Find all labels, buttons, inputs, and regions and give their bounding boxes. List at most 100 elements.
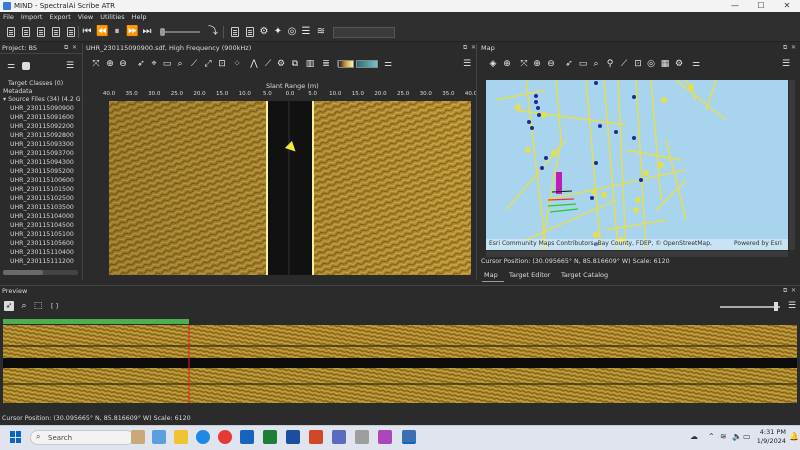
gear-icon[interactable]: ⚙ [258,26,270,38]
marker-icon[interactable]: ⁘ [231,58,243,70]
panel-float-icon[interactable]: ⧉ [783,287,787,295]
rectangle-tool-icon[interactable]: ▭ [161,58,173,70]
file-explorer-icon[interactable] [174,430,188,444]
menu-view[interactable]: View [78,13,93,21]
edge-icon[interactable] [196,430,210,444]
tree-file-item[interactable]: UHR_230115092200 [10,123,74,131]
taskbar-time[interactable]: 4:31 PM [758,428,786,436]
open-file-icon[interactable] [22,27,30,37]
tree-file-item[interactable]: UHR_230115094300 [10,159,74,167]
layer-icon[interactable] [231,27,239,37]
preview-search-icon[interactable]: ⌕ [18,300,30,312]
menu-export[interactable]: Export [49,13,70,21]
map-zoom-in-icon[interactable]: ⊕ [501,58,513,70]
tree-metadata[interactable]: Metadata [3,88,32,96]
map-fit-icon[interactable]: ⤧ [518,58,530,70]
grid-icon[interactable] [246,27,254,37]
windows-start-icon[interactable] [10,431,22,443]
waypoint-icon[interactable]: ⋀ [248,58,260,70]
tree-file-item[interactable]: UHR_230115103500 [10,204,74,212]
fit-icon[interactable]: ⤧ [90,58,102,70]
panel-splitter[interactable] [0,285,800,286]
project-menu-icon[interactable]: ☰ [64,60,76,72]
cloud-icon[interactable]: ☁ [690,432,698,441]
mind-app-taskbar-icon[interactable] [402,430,416,444]
measure-icon[interactable]: ⟋ [188,58,200,70]
pause-icon[interactable]: ⏸ [111,26,123,38]
minimize-button[interactable]: — [722,0,748,12]
project-hscrollbar-thumb[interactable] [3,270,43,275]
line-tool-icon[interactable]: ⟋ [262,58,274,70]
expand-icon[interactable]: ⤢ [202,58,214,70]
playback-slider-track[interactable] [160,31,200,33]
chrome-icon[interactable] [218,430,232,444]
skip-end-icon[interactable]: ⏭ [141,26,153,38]
tree-file-item[interactable]: UHR_230115092800 [10,132,74,140]
powerpoint-icon[interactable] [309,430,323,444]
tree-file-item[interactable]: UHR_230115093700 [10,150,74,158]
settings-icon[interactable]: ⚙ [275,58,287,70]
map-hscrollbar[interactable] [486,251,788,257]
app-icon-1[interactable] [332,430,346,444]
preview-menu-icon[interactable]: ☰ [786,300,798,312]
tree-file-item[interactable]: UHR_230115093300 [10,141,74,149]
tab-target-catalog[interactable]: Target Catalog [561,271,608,279]
panel-splitter[interactable] [476,44,477,280]
project-sliders-icon[interactable]: ⚌ [5,60,17,72]
tree-file-item[interactable]: UHR_230115090900 [10,105,74,113]
tree-source-files[interactable]: ▾ Source Files (34) (4.2 G [3,96,81,104]
wifi-icon[interactable]: ≋ [315,26,327,38]
sliders-icon[interactable]: ☰ [300,26,312,38]
color-palette-swatch[interactable] [338,60,354,68]
bars-icon[interactable]: ▥ [304,58,316,70]
frame-icon[interactable]: ⊡ [216,58,228,70]
volume-icon[interactable]: 🔈 [732,432,742,441]
tab-target-editor[interactable]: Target Editor [509,271,550,279]
tree-file-item[interactable]: UHR_230115105600 [10,240,74,248]
loop-icon[interactable]: ⤵ [207,26,219,38]
map-grid-icon[interactable]: ▦ [659,58,671,70]
report-icon[interactable] [67,27,75,37]
outlook-icon[interactable] [240,430,254,444]
map-settings-icon[interactable]: ⚙ [673,58,685,70]
skip-start-icon[interactable]: ⏮ [81,26,93,38]
map-zoom-icon[interactable]: ⊕ [531,58,543,70]
tree-file-item[interactable]: UHR_230115104500 [10,222,74,230]
taskbar-date[interactable]: 1/9/2024 [752,437,786,445]
adjust-sliders-icon[interactable]: ⚌ [382,58,394,70]
sonar-menu-icon[interactable]: ☰ [461,58,473,70]
preview-zoom-slider-handle[interactable] [774,302,778,311]
playback-slider-handle[interactable] [160,28,165,36]
panel-close-icon[interactable]: ✕ [791,287,796,294]
project-toggle-icon[interactable] [22,62,30,70]
map-vscrollbar[interactable] [789,80,795,250]
app-icon-3[interactable] [378,430,392,444]
widgets-icon[interactable] [131,430,145,444]
save-file-icon[interactable] [37,27,45,37]
battery-icon[interactable]: ▭ [743,432,751,441]
tools-icon[interactable]: ✦ [272,26,284,38]
menu-import[interactable]: Import [21,13,43,21]
export-file-icon[interactable] [52,27,60,37]
gain-swatch[interactable] [356,60,378,68]
menu-file[interactable]: File [3,13,14,21]
tree-file-item[interactable]: UHR_230115095200 [10,168,74,176]
new-file-icon[interactable] [7,27,15,37]
preview-select-icon[interactable]: ➶ [4,301,14,311]
map-select-icon[interactable]: ➶ [563,58,575,70]
map-target-icon[interactable]: ◎ [645,58,657,70]
tree-target-classes[interactable]: Target Classes (0) [8,80,63,88]
close-button[interactable]: ✕ [774,0,800,12]
tree-file-item[interactable]: UHR_230115101500 [10,186,74,194]
map-zoom-out-icon[interactable]: ⊖ [545,58,557,70]
map-layers-icon[interactable]: ◈ [487,58,499,70]
menu-help[interactable]: Help [132,13,147,21]
preview-rect-icon[interactable]: ⬚ [32,300,44,312]
zoom-in-icon[interactable]: ⊕ [104,58,116,70]
maximize-button[interactable]: ☐ [748,0,774,12]
wifi-status-icon[interactable]: ≋ [720,432,727,441]
target-icon[interactable]: ◎ [286,26,298,38]
chevron-up-icon[interactable]: ⌃ [708,432,715,441]
layers-icon[interactable]: ⧉ [289,58,301,70]
tree-file-item[interactable]: UHR_230115110400 [10,249,74,257]
